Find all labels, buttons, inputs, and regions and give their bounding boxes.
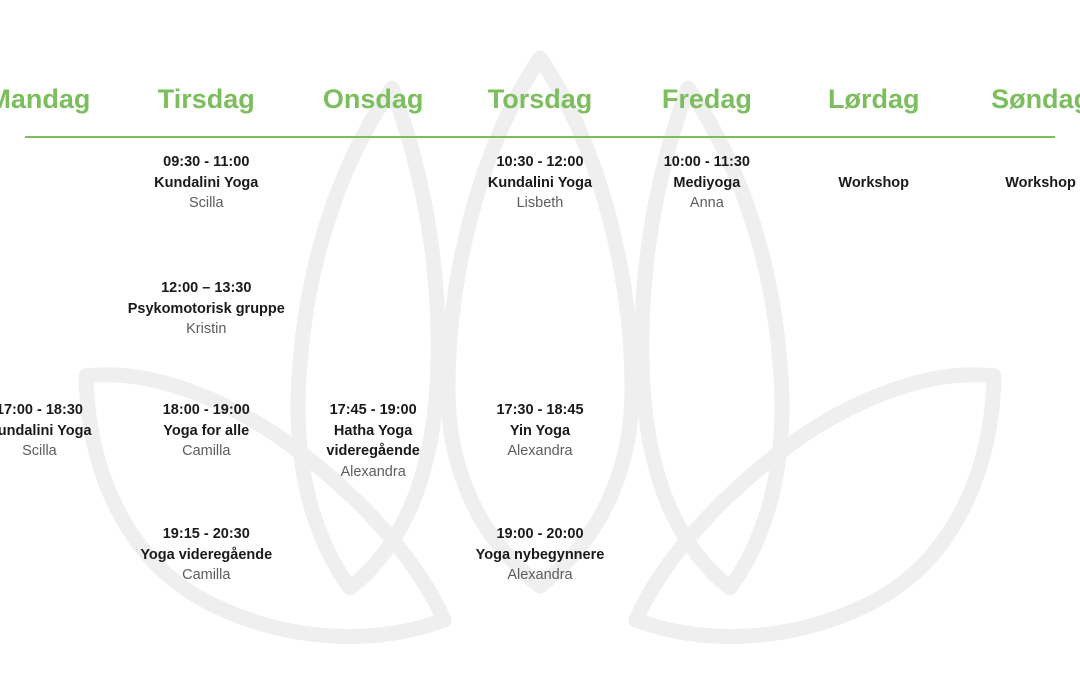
entry-class-name: Yoga for alle — [163, 422, 250, 439]
entry-class-name: Yin Yoga — [509, 422, 571, 439]
day-column-onsdag: Onsdag — [290, 86, 457, 120]
entry-time: 10:00 - 11:30 — [663, 154, 750, 170]
entry-time: 17:00 - 18:30 — [0, 402, 83, 418]
entry-time: 17:30 - 18:45 — [496, 402, 584, 418]
schedule-entry[interactable]: 10:30 - 12:00 Kundalini Yoga Lisbeth — [457, 152, 624, 214]
entry-instructor: Alexandra — [507, 567, 573, 583]
entry-time: 10:30 - 12:00 — [496, 154, 584, 170]
entry-class-name: Kundalini Yoga — [487, 174, 593, 191]
schedule-entry[interactable]: 12:00 – 13:30 Psykomotorisk gruppe Kristin — [123, 278, 290, 340]
day-header-label: Mandag — [0, 84, 91, 114]
schedule-entry[interactable]: 19:00 - 20:00 Yoga nybegynnere Alexandra — [457, 524, 624, 586]
entry-instructor: Scilla — [22, 443, 57, 459]
day-column-mandag: Mandag — [0, 86, 123, 120]
entry-instructor: Camilla — [182, 443, 231, 459]
entry-class-name: Hatha Yoga videregående — [326, 422, 420, 460]
entry-class-name: Yoga videregående — [140, 546, 273, 563]
entry-time: 12:00 – 13:30 — [161, 280, 252, 296]
entry-class-name: Workshop — [1005, 174, 1076, 191]
day-header-label: Fredag — [661, 84, 752, 114]
entry-instructor: Alexandra — [507, 443, 573, 459]
entry-class-name: Mediyoga — [673, 174, 741, 191]
day-header-label: Onsdag — [322, 84, 424, 114]
schedule-entry[interactable]: Workshop — [957, 173, 1080, 194]
schedule-entry[interactable]: Workshop — [790, 173, 957, 194]
entry-class-name: Yoga nybegynnere — [475, 546, 605, 563]
day-header-label: Tirsdag — [157, 84, 255, 114]
entry-instructor: Scilla — [188, 195, 224, 211]
entry-class-name: Kundalini Yoga — [0, 422, 92, 439]
entry-instructor: Lisbeth — [516, 195, 564, 211]
entry-time: 18:00 - 19:00 — [162, 402, 250, 418]
day-header-label: Lørdag — [827, 84, 920, 114]
weekly-schedule: Mandag Tirsdag Onsdag Torsdag Fredag Lør… — [0, 0, 1080, 675]
entry-time: 17:45 - 19:00 — [329, 402, 417, 418]
entry-instructor: Camilla — [182, 567, 231, 583]
day-column-lordag: Lørdag — [790, 86, 957, 120]
day-column-tirsdag: Tirsdag — [123, 86, 290, 120]
day-column-torsdag: Torsdag — [457, 86, 624, 120]
schedule-entry[interactable]: 19:15 - 20:30 Yoga videregående Camilla — [123, 524, 290, 586]
entry-class-name: Psykomotorisk gruppe — [127, 300, 285, 317]
schedule-entry[interactable]: 18:00 - 19:00 Yoga for alle Camilla — [123, 400, 290, 462]
entry-instructor: Anna — [689, 195, 724, 211]
entry-time: 19:15 - 20:30 — [162, 526, 250, 542]
entry-instructor: Alexandra — [340, 463, 406, 480]
day-header-label: Søndag — [991, 84, 1080, 114]
entry-time: 09:30 - 11:00 — [163, 154, 250, 170]
schedule-entry[interactable]: 09:30 - 11:00 Kundalini Yoga Scilla — [123, 152, 290, 214]
day-column-fredag: Fredag — [623, 86, 790, 120]
day-header-row: Mandag Tirsdag Onsdag Torsdag Fredag Lør… — [0, 86, 1080, 120]
day-header-label: Torsdag — [487, 84, 593, 114]
entry-class-name: Workshop — [838, 174, 910, 191]
entry-time: 19:00 - 20:00 — [496, 526, 584, 542]
entry-instructor: Kristin — [186, 321, 227, 337]
schedule-entry[interactable]: 17:45 - 19:00 Hatha Yoga videregående Alex… — [290, 400, 457, 482]
day-column-sondag: Søndag — [957, 86, 1080, 120]
entry-class-name: Kundalini Yoga — [154, 174, 259, 191]
header-divider — [25, 136, 1055, 138]
schedule-entry[interactable]: 17:00 - 18:30 Kundalini Yoga Scilla — [0, 400, 123, 462]
schedule-entry[interactable]: 10:00 - 11:30 Mediyoga Anna — [623, 152, 790, 214]
schedule-entry[interactable]: 17:30 - 18:45 Yin Yoga Alexandra — [457, 400, 624, 462]
